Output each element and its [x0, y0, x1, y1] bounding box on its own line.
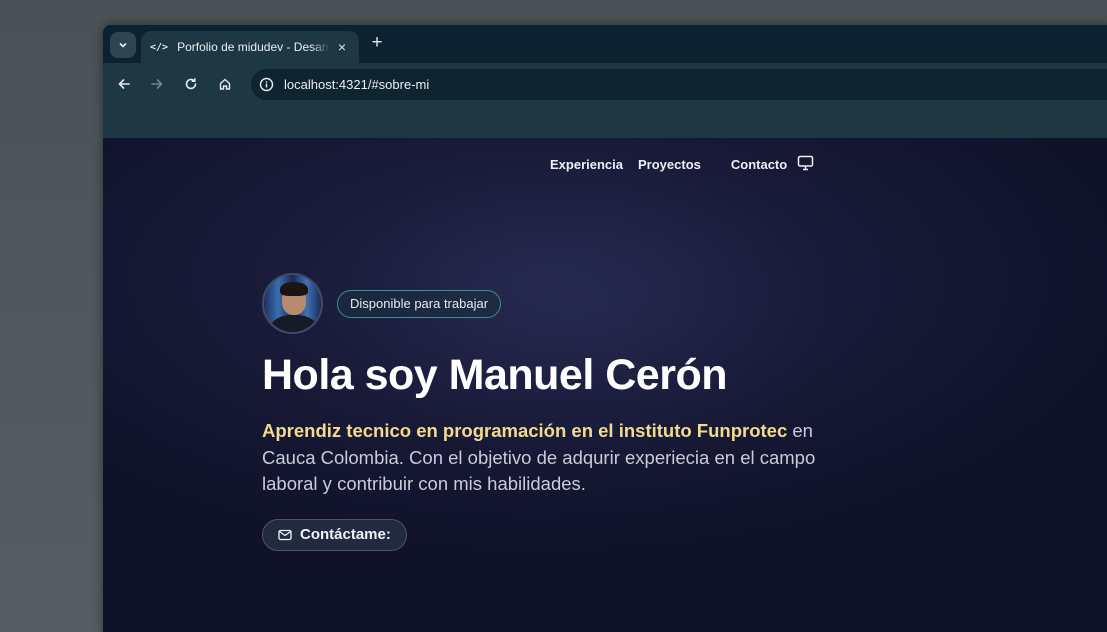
reload-icon	[185, 78, 197, 90]
home-button[interactable]	[215, 74, 235, 94]
page-viewport: Experiencia Proyectos Contacto Disponibl…	[103, 138, 1107, 632]
browser-window: </> Porfolio de midudev - Desarrollador …	[103, 25, 1107, 632]
arrow-right-icon	[151, 79, 163, 89]
page-title: Hola soy Manuel Cerón	[262, 351, 727, 399]
hero-section: Disponible para trabajar Hola soy Manuel…	[262, 273, 822, 551]
tab-title: Porfolio de midudev - Desarrollador	[177, 40, 330, 54]
new-tab-button[interactable]: +	[367, 33, 387, 54]
avatar	[262, 273, 323, 334]
tab-close-button[interactable]: ×	[334, 39, 350, 55]
nav-item-contacto[interactable]: Contacto	[731, 157, 787, 172]
contact-button-label: Contáctame:	[300, 526, 391, 543]
mail-icon	[278, 529, 292, 540]
chevron-down-icon	[119, 42, 127, 48]
tab-search-button[interactable]	[110, 32, 136, 58]
description-highlight: Aprendiz tecnico en programación en el i…	[262, 420, 788, 441]
site-info-icon[interactable]	[259, 77, 274, 92]
tab-strip: </> Porfolio de midudev - Desarrollador …	[103, 25, 1107, 63]
browser-toolbar: localhost:4321/#sobre-mi	[103, 63, 1107, 105]
arrow-left-icon	[118, 79, 130, 89]
home-icon	[219, 78, 231, 90]
nav-item-proyectos[interactable]: Proyectos	[638, 157, 701, 172]
monitor-icon[interactable]	[797, 155, 814, 174]
contact-button[interactable]: Contáctame:	[262, 518, 407, 551]
reload-button[interactable]	[181, 74, 201, 94]
address-bar[interactable]: localhost:4321/#sobre-mi	[251, 69, 1107, 100]
url-text: localhost:4321/#sobre-mi	[284, 77, 430, 92]
back-button[interactable]	[114, 74, 134, 94]
site-nav: Experiencia Proyectos Contacto	[550, 155, 814, 174]
nav-item-experiencia[interactable]: Experiencia	[550, 157, 623, 172]
forward-button[interactable]	[147, 74, 167, 94]
hero-description: Aprendiz tecnico en programación en el i…	[262, 418, 822, 498]
code-icon: </>	[150, 41, 169, 53]
availability-badge: Disponible para trabajar	[337, 289, 502, 318]
bookmarks-bar	[103, 105, 1107, 138]
tab-active[interactable]: </> Porfolio de midudev - Desarrollador …	[141, 31, 359, 63]
